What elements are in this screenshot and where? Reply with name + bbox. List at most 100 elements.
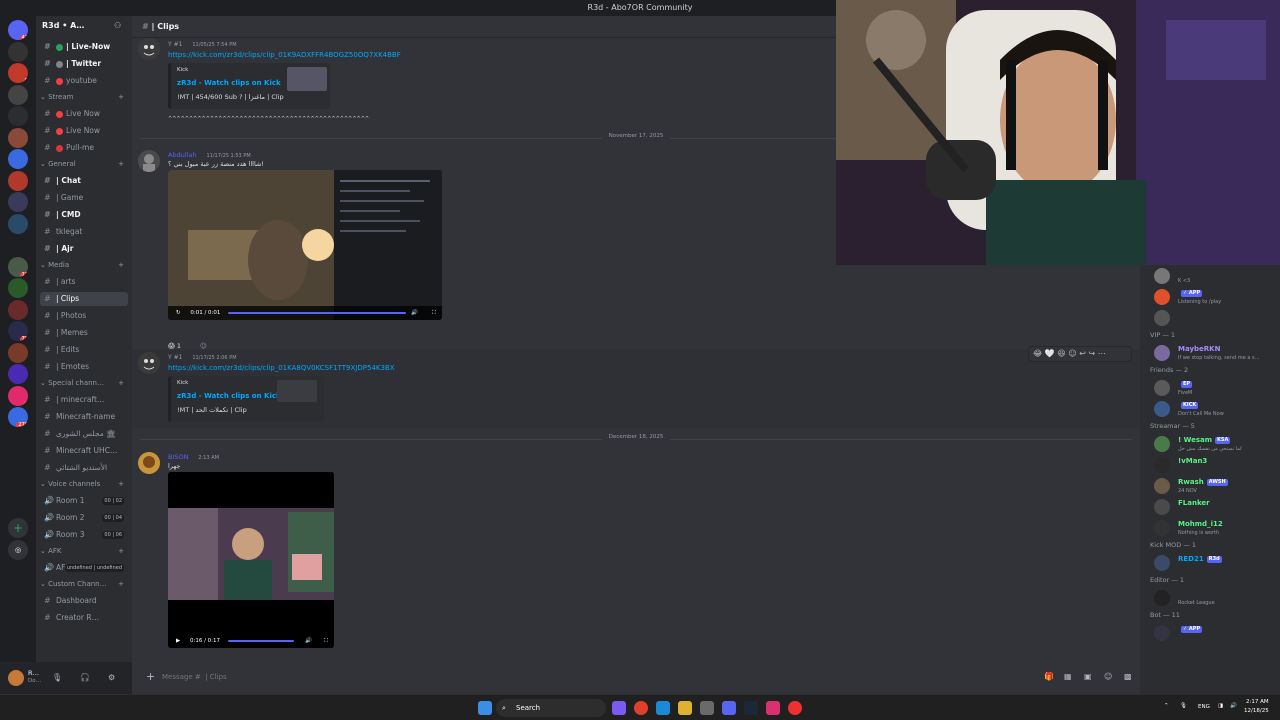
heart-react-icon[interactable]: 🤍 — [1045, 349, 1055, 358]
video-attachment[interactable]: ▶ 0:16 / 0:17 🔊 ⛶ — [168, 472, 334, 648]
clock-time[interactable]: 2:17 AM — [1246, 699, 1269, 705]
video-attachment[interactable]: ↻ 0:01 / 0:01 🔊 ⛶ — [168, 170, 442, 320]
member-item[interactable] — [1154, 308, 1278, 328]
embed-title[interactable]: zR3d - Watch clips on Kick — [177, 79, 281, 87]
settings-gear-icon[interactable]: ⚙ — [108, 673, 115, 683]
message-avatar[interactable] — [138, 452, 160, 474]
channel-item[interactable]: # مجلس الشورى 🏛 — [40, 427, 128, 441]
server-icon[interactable]: 276 — [8, 407, 28, 427]
create-channel-icon[interactable]: + — [118, 160, 124, 168]
channel-category[interactable]: ⌄ Special chann… + — [40, 379, 130, 387]
channel-item[interactable]: 🔊 Room 2 00 | 04 — [40, 511, 128, 525]
add-reaction-icon[interactable]: ☺ — [200, 342, 207, 350]
member-item[interactable]: KICK Don't Call Me Now — [1154, 399, 1278, 419]
member-item[interactable]: Rocket League — [1154, 588, 1278, 608]
server-icon[interactable] — [8, 41, 28, 62]
channel-item[interactable]: # | Edits — [40, 343, 128, 357]
clip-link[interactable]: https://kick.com/zr3d/clips/clip_01K9ADX… — [168, 51, 401, 59]
more-icon[interactable]: ⋯ — [1098, 349, 1106, 358]
member-item[interactable]: ✓ APP — [1154, 623, 1278, 643]
channel-item[interactable]: # Creator R… — [40, 611, 128, 625]
create-channel-icon[interactable]: + — [118, 379, 124, 387]
server-icon[interactable] — [8, 149, 28, 169]
author-name[interactable]: BISON — [168, 453, 188, 461]
embed-thumbnail[interactable] — [277, 380, 317, 402]
member-item[interactable]: !vMan3 — [1154, 455, 1278, 475]
chrome-icon[interactable] — [634, 701, 648, 715]
reaction-pill[interactable]: 😱 1 — [168, 342, 181, 350]
play-icon[interactable]: ▶ — [176, 638, 180, 644]
channel-item[interactable]: # | Chat — [40, 174, 128, 188]
channel-item[interactable]: # Minecraft-name — [40, 410, 128, 424]
member-item[interactable]: ! Wesam KSA لما تستحي من نفسك مش حل — [1154, 434, 1278, 454]
channel-item[interactable]: # | Ajr — [40, 242, 128, 256]
server-icon[interactable] — [8, 342, 28, 363]
channel-category[interactable]: ⌄ Voice channels + — [40, 480, 130, 488]
create-channel-icon[interactable]: + — [118, 261, 124, 269]
embed-thumbnail[interactable] — [287, 67, 327, 91]
create-channel-icon[interactable]: + — [118, 93, 124, 101]
channel-item[interactable]: # Live Now — [40, 124, 128, 138]
channel-item[interactable]: # Dashboard — [40, 594, 128, 608]
server-icon[interactable]: 4 — [8, 385, 28, 406]
obs-icon[interactable] — [788, 701, 802, 715]
emoji-react-icon[interactable]: 😆 — [1057, 349, 1065, 358]
clock-date[interactable]: 12/18/25 — [1244, 708, 1269, 714]
mic-icon[interactable]: 🎙 — [52, 673, 62, 683]
server-icon[interactable] — [8, 235, 28, 255]
server-icon[interactable] — [8, 106, 28, 126]
emoji-react-icon[interactable]: 😂 — [1033, 349, 1042, 358]
channel-item[interactable]: # tklegat — [40, 225, 128, 239]
channel-item[interactable]: # | Twitter — [40, 57, 128, 71]
channel-category[interactable]: ⌄ Media + — [40, 261, 130, 269]
channel-item[interactable]: 🔊 Room 3 00 | 06 — [40, 528, 128, 542]
create-channel-icon[interactable]: + — [118, 547, 124, 555]
author-name[interactable]: Abdullah — [168, 151, 197, 159]
channel-category[interactable]: ⌄ AFK + — [40, 547, 130, 555]
member-item[interactable]: EP FiveM — [1154, 378, 1278, 398]
channel-category[interactable]: ⌄ Stream + — [40, 93, 130, 101]
channel-item[interactable]: # | CMD — [40, 208, 128, 222]
add-server-icon[interactable]: + — [8, 518, 28, 538]
server-icon[interactable] — [8, 127, 28, 148]
user-avatar[interactable] — [8, 670, 24, 686]
taskbar-search[interactable]: ⌕ Search — [496, 699, 606, 717]
discover-icon[interactable]: ◎ — [8, 540, 28, 560]
file-explorer-icon[interactable] — [678, 701, 692, 715]
forward-icon[interactable]: ↪ — [1088, 349, 1095, 358]
member-item[interactable]: K <3 — [1154, 266, 1278, 286]
copilot-icon[interactable] — [612, 701, 626, 715]
add-friend-icon[interactable]: ⚇ — [114, 21, 121, 31]
channel-item[interactable]: # Minecraft UHC… — [40, 444, 128, 458]
message-avatar[interactable] — [138, 352, 160, 374]
create-channel-icon[interactable]: + — [118, 580, 124, 588]
channel-item[interactable]: # | Game — [40, 191, 128, 205]
mic-tray-icon[interactable]: 🎙 — [1180, 703, 1187, 709]
upload-plus-icon[interactable]: + — [146, 671, 155, 682]
server-icon[interactable] — [8, 364, 28, 384]
embed-title[interactable]: zR3d - Watch clips on Kick — [177, 392, 281, 400]
channel-item[interactable]: # | Emotes — [40, 360, 128, 374]
windows-start-icon[interactable] — [478, 701, 492, 715]
channel-category[interactable]: ⌄ Custom Chann… + — [40, 580, 130, 588]
edge-icon[interactable] — [656, 701, 670, 715]
clip-link[interactable]: https://kick.com/zr3d/clips/clip_01KA8QV… — [168, 364, 395, 372]
message-input[interactable] — [162, 670, 862, 684]
channel-item[interactable]: # | Photos — [40, 309, 128, 323]
discord-icon[interactable] — [722, 701, 736, 715]
channel-item[interactable]: # youtube — [40, 74, 128, 88]
video-progress[interactable] — [228, 312, 406, 314]
channel-item[interactable]: # Live Now — [40, 107, 128, 121]
app-icon[interactable] — [766, 701, 780, 715]
channel-item[interactable]: # | Live-Now — [40, 40, 128, 54]
message-avatar[interactable] — [138, 150, 160, 172]
gif-icon[interactable]: ▦ — [1064, 672, 1072, 682]
fullscreen-icon[interactable]: ⛶ — [432, 306, 436, 320]
channel-item[interactable]: # Pull-me — [40, 141, 128, 155]
server-icon[interactable]: 5 — [8, 63, 28, 83]
channel-item[interactable]: # | Clips — [40, 292, 128, 306]
server-icon[interactable]: 17 — [8, 256, 28, 277]
emoji-icon[interactable]: ☺ — [1104, 672, 1112, 682]
channel-item[interactable]: # الأستديو الشتائي — [40, 461, 128, 475]
channel-item[interactable]: # | Memes — [40, 326, 128, 340]
